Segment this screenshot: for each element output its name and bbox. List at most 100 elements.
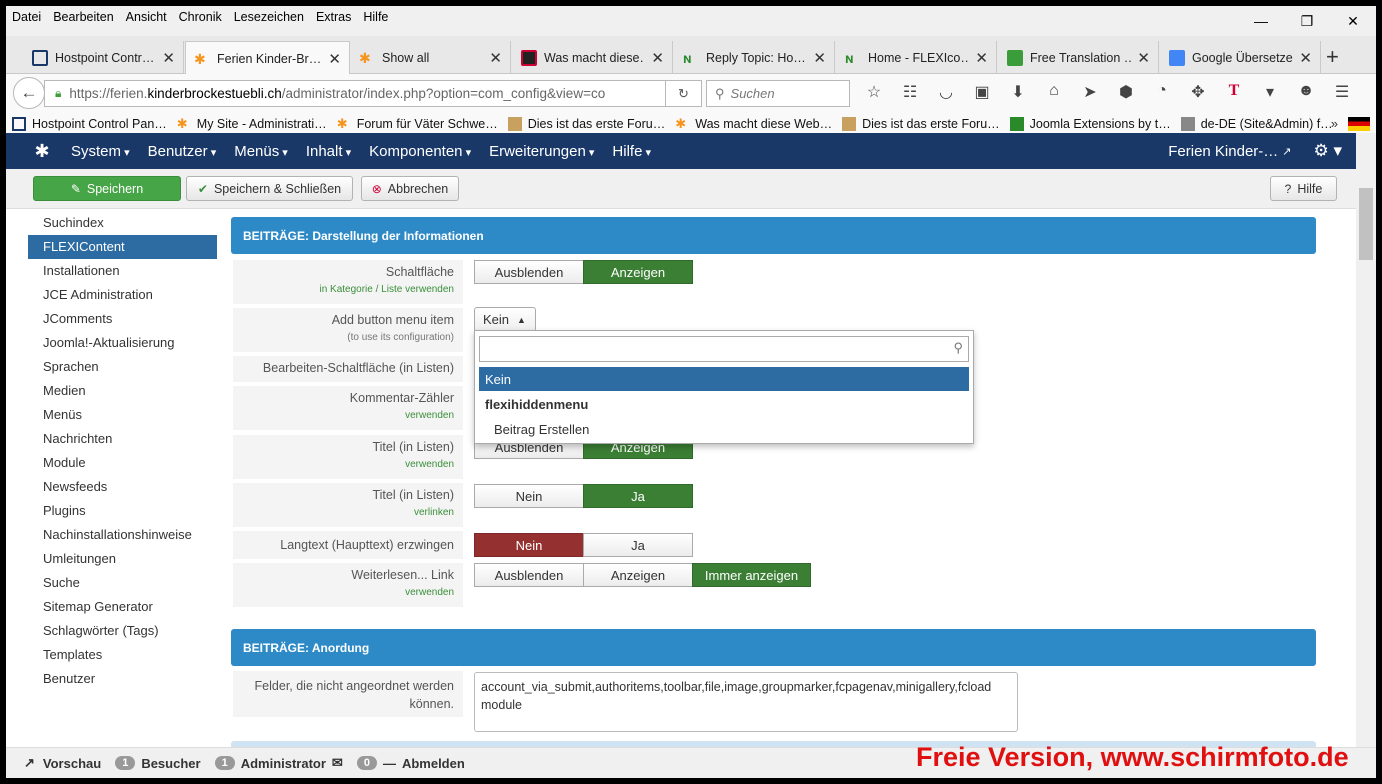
nav-erweiterungen[interactable]: Erweiterungen <box>489 143 594 160</box>
menu-lesezeichen[interactable]: Lesezeichen <box>228 6 310 24</box>
url-field[interactable]: 🔒︎ https://ferien. kinderbrockestuebli.ch… <box>44 80 666 107</box>
bookmark-item[interactable]: Dies ist das erste Foru… <box>842 116 1000 131</box>
option-nein[interactable]: Nein <box>474 533 584 557</box>
extension-icon[interactable]: ✥ <box>1180 82 1216 102</box>
nav-komponenten[interactable]: Komponenten <box>369 143 471 160</box>
option-ausblenden[interactable]: Ausblenden <box>474 260 584 284</box>
sidebar-item-postinstall[interactable]: Nachinstallationshinweise <box>28 523 217 547</box>
logout-link[interactable]: Abmelden <box>402 756 465 771</box>
sidebar-item-tags[interactable]: Schlagwörter (Tags) <box>28 619 217 643</box>
close-window-button[interactable]: ✕ <box>1330 6 1376 36</box>
close-tab-icon[interactable]: ✕ <box>489 49 502 67</box>
back-button[interactable]: ← <box>13 77 45 109</box>
sidebar-item-plugins[interactable]: Plugins <box>28 499 217 523</box>
close-tab-icon[interactable]: ✕ <box>975 49 988 67</box>
bookmark-item[interactable]: ✱ Forum für Väter Schwe… <box>337 116 498 131</box>
pocket-icon[interactable]: ◡ <box>928 82 964 102</box>
bookmark-item[interactable]: Dies ist das erste Foru… <box>507 116 665 131</box>
dropdown-option-kein[interactable]: Kein <box>479 367 969 391</box>
settings-gear-icon[interactable]: ⚙ ▾ <box>1314 141 1343 161</box>
bookmark-item[interactable]: Hostpoint Control Pan… <box>12 116 167 131</box>
menu-item-select[interactable]: Kein ▲ <box>474 307 536 332</box>
save-close-button[interactable]: ✔ Speichern & Schließen <box>186 176 353 201</box>
close-tab-icon[interactable]: ✕ <box>1299 49 1312 67</box>
tab-hostpoint[interactable]: Hostpoint Contr… ✕ <box>24 41 184 74</box>
option-nein[interactable]: Nein <box>474 484 584 508</box>
tab-home-flexi[interactable]: ɴ Home - FLEXIco… ✕ <box>837 41 997 74</box>
close-tab-icon[interactable]: ✕ <box>1137 49 1150 67</box>
sidebar-item-menues[interactable]: Menüs <box>28 403 217 427</box>
sidebar-item-suchindex[interactable]: Suchindex <box>28 211 217 235</box>
minimize-button[interactable]: — <box>1238 6 1284 36</box>
save-button[interactable]: ✎ Speichern <box>33 176 181 201</box>
bookmark-item[interactable]: ✱ Was macht diese Web… <box>675 116 832 131</box>
menu-extras[interactable]: Extras <box>310 6 357 24</box>
history-icon[interactable]: ◔ <box>1144 82 1180 102</box>
tab-reply-topic[interactable]: ɴ Reply Topic: Ho… ✕ <box>675 41 835 74</box>
sidebar-item-flexicontent[interactable]: FLEXIContent <box>28 235 217 259</box>
download-icon[interactable]: ⬇ <box>1000 82 1036 102</box>
translate-icon[interactable]: T <box>1216 82 1252 102</box>
tab-google-translate[interactable]: Google Übersetzer ✕ <box>1161 41 1321 74</box>
site-link[interactable]: Ferien Kinder-… <box>1168 143 1278 160</box>
option-ausblenden[interactable]: Ausblenden <box>474 563 584 587</box>
sidebar-item-templates[interactable]: Templates <box>28 643 217 667</box>
unordered-fields-textarea[interactable]: account_via_submit,authoritems,toolbar,f… <box>474 672 1018 732</box>
menu-bearbeiten[interactable]: Bearbeiten <box>47 6 119 24</box>
bookmark-item[interactable]: Joomla Extensions by t… <box>1009 116 1171 131</box>
option-ja[interactable]: Ja <box>583 533 693 557</box>
page-scrollbar[interactable] <box>1356 133 1376 747</box>
sidebar-item-jcomments[interactable]: JComments <box>28 307 217 331</box>
close-tab-icon[interactable]: ✕ <box>813 49 826 67</box>
dropdown-search-input[interactable]: ⚲ <box>479 336 969 362</box>
sidebar-item-installationen[interactable]: Installationen <box>28 259 217 283</box>
menu-chronik[interactable]: Chronik <box>173 6 228 24</box>
sidebar-item-module[interactable]: Module <box>28 451 217 475</box>
reload-button[interactable]: ↻ <box>666 80 702 107</box>
bookmark-star-icon[interactable]: ☆ <box>856 82 892 102</box>
close-tab-icon[interactable]: ✕ <box>162 49 175 67</box>
send-icon[interactable]: ➤ <box>1072 82 1108 102</box>
more-icon[interactable]: ▾ <box>1252 82 1288 102</box>
bookmark-item[interactable]: ✱ My Site - Administrati… <box>177 116 327 131</box>
sidebar-item-sprachen[interactable]: Sprachen <box>28 355 217 379</box>
tab-was-macht[interactable]: Was macht diese… ✕ <box>513 41 673 74</box>
nav-menues[interactable]: Menüs <box>234 143 288 160</box>
joomla-logo-icon[interactable]: ✱ <box>23 133 61 169</box>
menu-ansicht[interactable]: Ansicht <box>120 6 173 24</box>
sidebar-item-jce[interactable]: JCE Administration <box>28 283 217 307</box>
sidebar-item-newsfeeds[interactable]: Newsfeeds <box>28 475 217 499</box>
nav-system[interactable]: System <box>71 143 130 160</box>
more-bookmarks-icon[interactable]: » <box>1331 116 1338 131</box>
tab-show-all[interactable]: ✱ Show all ✕ <box>351 41 511 74</box>
maximize-button[interactable]: ❐ <box>1284 6 1330 36</box>
nav-inhalt[interactable]: Inhalt <box>306 143 351 160</box>
help-button[interactable]: ? Hilfe <box>1270 176 1337 201</box>
search-input[interactable]: ⚲ Suchen <box>706 80 850 107</box>
preview-link[interactable]: Vorschau <box>43 756 101 771</box>
adblock-icon[interactable]: ⬢ <box>1108 82 1144 102</box>
screenshot-icon[interactable]: ▣ <box>964 82 1000 102</box>
new-tab-button[interactable]: + <box>1326 44 1339 70</box>
chat-icon[interactable]: ☻ <box>1288 82 1324 102</box>
scrollbar-thumb[interactable] <box>1359 188 1373 260</box>
sidebar-item-medien[interactable]: Medien <box>28 379 217 403</box>
sidebar-item-benutzer[interactable]: Benutzer <box>28 667 217 691</box>
close-tab-icon[interactable]: ✕ <box>328 50 341 68</box>
hamburger-menu-icon[interactable]: ☰ <box>1324 82 1360 102</box>
sidebar-item-umleitungen[interactable]: Umleitungen <box>28 547 217 571</box>
sidebar-item-sitemap[interactable]: Sitemap Generator <box>28 595 217 619</box>
cancel-button[interactable]: ⊗ Abbrechen <box>361 176 459 201</box>
tab-free-translation[interactable]: Free Translation … ✕ <box>999 41 1159 74</box>
option-anzeigen[interactable]: Anzeigen <box>583 563 693 587</box>
option-anzeigen[interactable]: Anzeigen <box>583 260 693 284</box>
sidebar-item-nachrichten[interactable]: Nachrichten <box>28 427 217 451</box>
nav-benutzer[interactable]: Benutzer <box>148 143 217 160</box>
menu-datei[interactable]: Datei <box>6 6 47 24</box>
bookmark-item[interactable]: de-DE (Site&Admin) f… <box>1180 116 1333 131</box>
sidebar-item-suche[interactable]: Suche <box>28 571 217 595</box>
reading-list-icon[interactable]: ☷ <box>892 82 928 102</box>
close-tab-icon[interactable]: ✕ <box>651 49 664 67</box>
option-immer-anzeigen[interactable]: Immer anzeigen <box>692 563 811 587</box>
home-icon[interactable]: ⌂ <box>1036 82 1072 102</box>
